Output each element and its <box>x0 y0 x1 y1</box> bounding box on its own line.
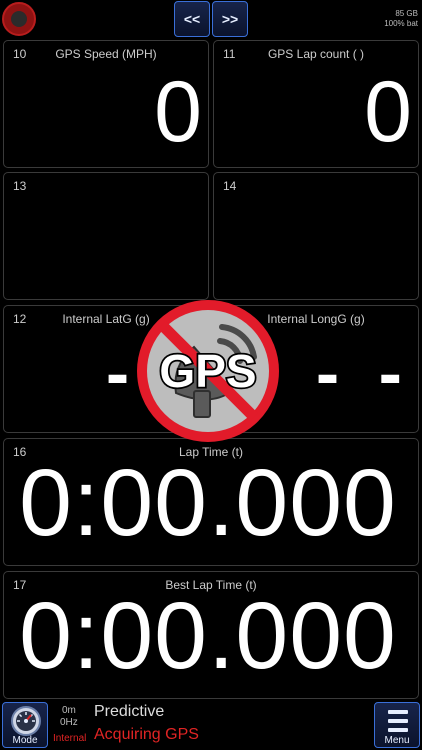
tile-gps-speed[interactable]: 10 GPS Speed (MPH) 0 <box>3 40 209 168</box>
tile-empty-14[interactable]: 14 <box>213 172 419 300</box>
frequency-readout: 0Hz <box>60 717 78 728</box>
storage-free: 85 GB <box>395 9 418 18</box>
tile-title: GPS Lap count ( ) <box>267 47 365 61</box>
tile-best-lap-time[interactable]: 17 Best Lap Time (t) 0:00.000 <box>3 571 419 699</box>
gps-status-text: Acquiring GPS <box>94 726 199 743</box>
status-readout: 85 GB 100% bat <box>384 9 418 29</box>
menu-button[interactable]: Menu <box>374 702 420 748</box>
previous-page-button[interactable]: << <box>174 1 210 37</box>
tile-empty-13[interactable]: 13 <box>3 172 209 300</box>
hamburger-icon <box>388 710 408 732</box>
top-bar: << >> 85 GB 100% bat <box>0 0 422 38</box>
battery-level: 100% bat <box>384 19 418 28</box>
record-icon <box>11 11 27 27</box>
dial-icon <box>11 706 41 736</box>
tile-lap-time[interactable]: 16 Lap Time (t) 0:00.000 <box>3 438 419 566</box>
distance-readout: 0m <box>62 705 76 716</box>
tile-value: - - <box>315 334 412 412</box>
tile-value: 0:00.000 <box>19 450 397 556</box>
menu-button-label: Menu <box>384 735 410 746</box>
tile-title: GPS Speed (MPH) <box>55 47 157 61</box>
tile-value: 0 <box>154 64 202 160</box>
record-button[interactable] <box>2 2 36 36</box>
gps-overlay-text: GPS <box>159 345 256 397</box>
tile-number: 13 <box>13 179 27 193</box>
tile-value: 0:00.000 <box>19 583 397 689</box>
tile-gps-lap-count[interactable]: 11 GPS Lap count ( ) 0 <box>213 40 419 168</box>
gps-source: Internal <box>53 733 87 744</box>
mode-button[interactable]: Mode <box>2 702 48 748</box>
gps-no-signal-icon: GPS <box>132 295 284 447</box>
bottom-bar: Mode 0m 0Hz Internal Predictive Acquirin… <box>0 700 422 750</box>
tile-value: 0 <box>364 64 412 160</box>
mode-button-label: Mode <box>12 735 38 746</box>
timing-mode-label: Predictive <box>94 703 165 720</box>
tile-number: 14 <box>223 179 237 193</box>
next-page-button[interactable]: >> <box>212 1 248 37</box>
